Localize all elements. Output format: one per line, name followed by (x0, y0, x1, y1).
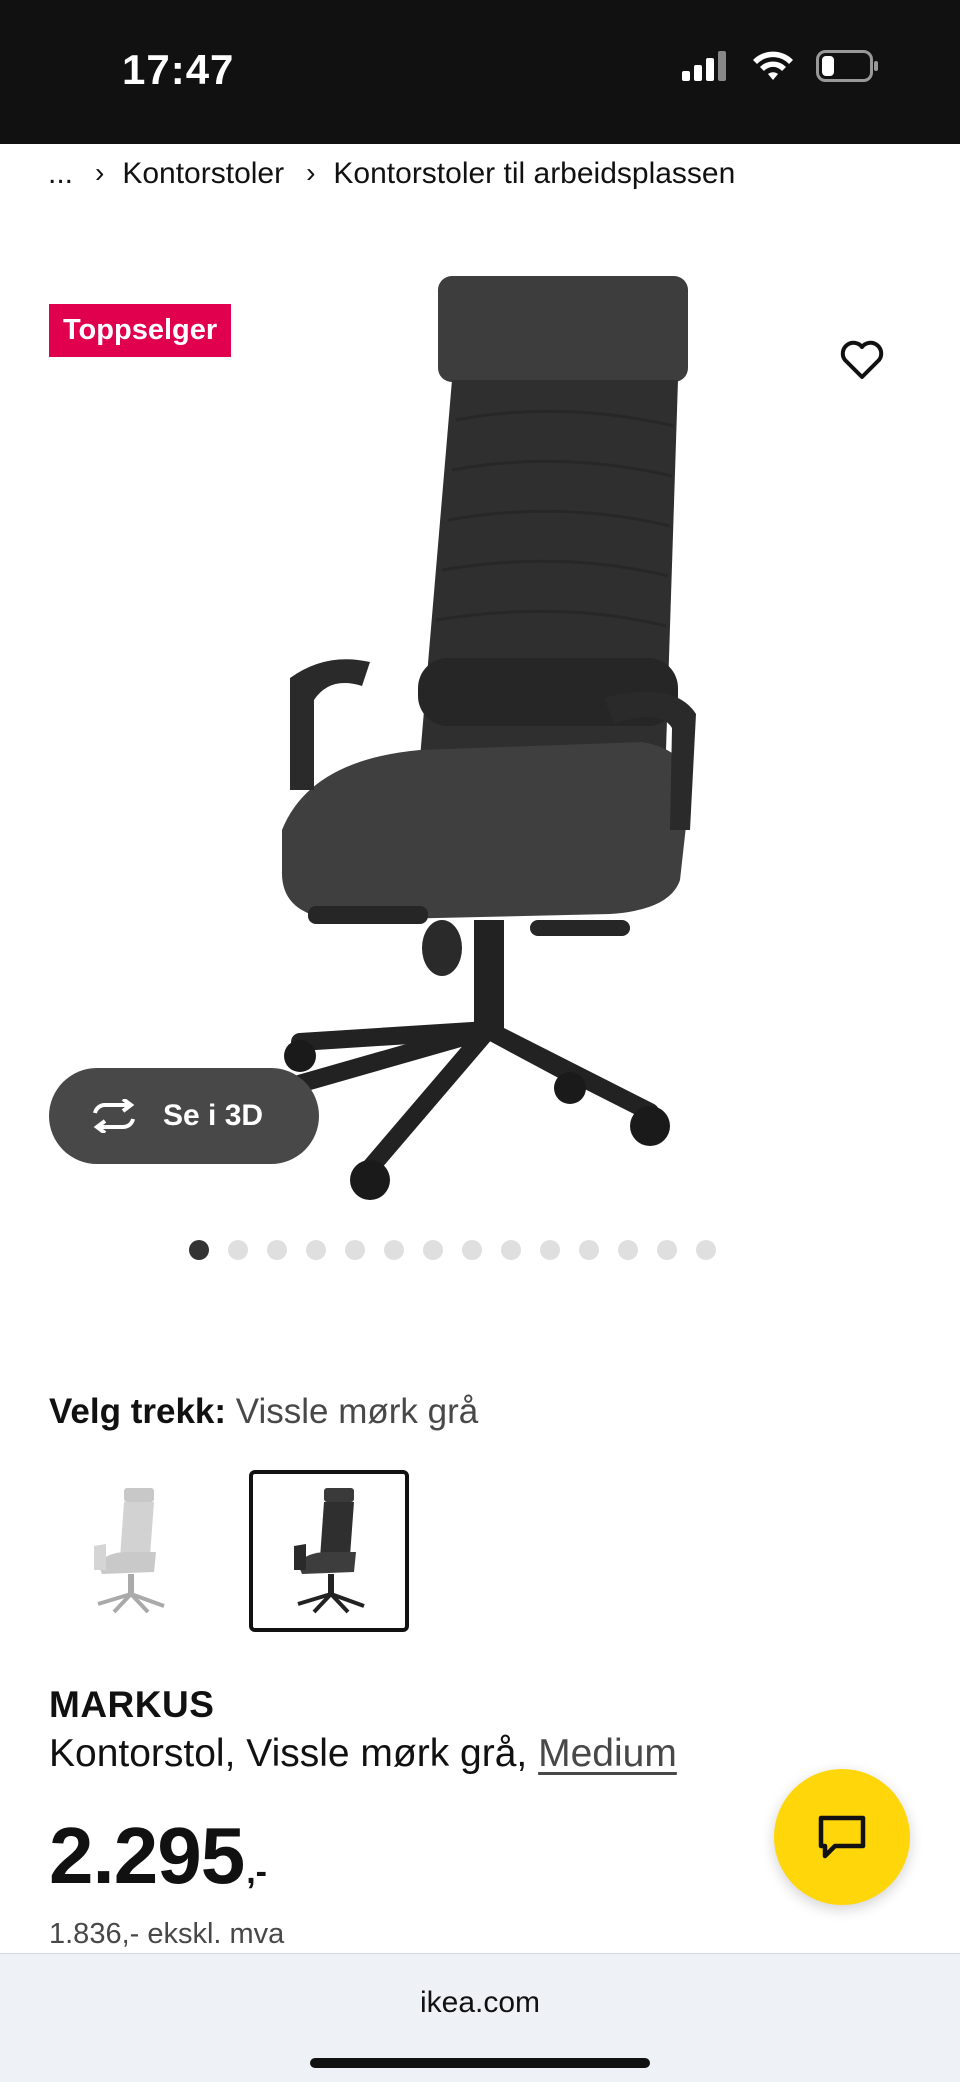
gallery-dot[interactable] (617, 1240, 638, 1260)
gallery-dot[interactable] (344, 1240, 365, 1260)
variant-label-key: Velg trekk: (49, 1392, 227, 1431)
chat-button[interactable] (774, 1769, 910, 1905)
breadcrumb-item-kontorstoler[interactable]: Kontorstoler (122, 157, 284, 191)
gallery-dot[interactable] (578, 1240, 599, 1260)
product-image-chair[interactable] (230, 230, 770, 1210)
home-indicator (310, 2058, 650, 2068)
chevron-right-icon: › (306, 157, 316, 188)
price: 2.295 ,- (49, 1810, 267, 1902)
gallery-dot[interactable] (539, 1240, 560, 1260)
signal-icon (682, 51, 726, 81)
url-text[interactable]: ikea.com (0, 1986, 960, 2020)
view-in-3d-label: Se i 3D (163, 1099, 264, 1132)
chevron-right-icon: › (95, 157, 105, 188)
light-grey-chair-thumbnail (94, 1488, 165, 1614)
breadcrumb-item-arbeidsplassen[interactable]: Kontorstoler til arbeidsplassen (333, 157, 735, 191)
gallery-dot[interactable] (656, 1240, 677, 1260)
gallery-dot[interactable] (695, 1240, 716, 1260)
price-suffix: ,- (246, 1853, 267, 1891)
wifi-icon (753, 51, 793, 80)
heart-icon (840, 340, 884, 379)
gallery-dot[interactable] (266, 1240, 287, 1260)
gallery-pagination (0, 1240, 932, 1260)
gallery-dot[interactable] (305, 1240, 326, 1260)
gallery-dot[interactable] (227, 1240, 248, 1260)
wishlist-button[interactable] (820, 318, 904, 402)
gallery-dot[interactable] (422, 1240, 443, 1260)
topseller-badge: Toppselger (49, 304, 232, 357)
product-gallery[interactable]: Toppselger Se i 3D (0, 230, 960, 1230)
gallery-dot[interactable] (188, 1240, 209, 1260)
breadcrumb-ellipsis[interactable]: ... (48, 157, 73, 191)
gallery-dot[interactable] (383, 1240, 404, 1260)
price-excl-vat: 1.836,- ekskl. mva (49, 1918, 285, 1950)
product-name: MARKUS (49, 1684, 215, 1725)
status-time: 17:47 (122, 46, 235, 93)
gallery-dot[interactable] (461, 1240, 482, 1260)
view-in-3d-button[interactable]: Se i 3D (49, 1068, 319, 1164)
dark-grey-chair-thumbnail (294, 1488, 365, 1614)
swatch-dark-grey[interactable] (249, 1470, 409, 1632)
status-bar: 17:47 (0, 0, 960, 144)
gallery-dot[interactable] (500, 1240, 521, 1260)
chat-icon (818, 1815, 866, 1859)
price-integer: 2.295 (49, 1811, 245, 1900)
rotate-3d-icon (93, 1099, 135, 1133)
variant-swatches (49, 1470, 409, 1632)
battery-icon (816, 50, 878, 82)
swatch-light-grey[interactable] (49, 1470, 209, 1632)
status-icons (682, 50, 880, 82)
product-description-text: Kontorstol, Vissle mørk grå, (49, 1732, 539, 1775)
browser-address-bar[interactable]: ikea.com (0, 1953, 960, 2082)
variant-label-value: Vissle mørk grå (235, 1392, 479, 1431)
size-link[interactable]: Medium (538, 1732, 677, 1775)
product-description: Kontorstol, Vissle mørk grå, Medium (49, 1732, 677, 1776)
breadcrumb: ... › Kontorstoler › Kontorstoler til ar… (48, 150, 735, 198)
variant-label: Velg trekk: Vissle mørk grå (49, 1392, 478, 1432)
